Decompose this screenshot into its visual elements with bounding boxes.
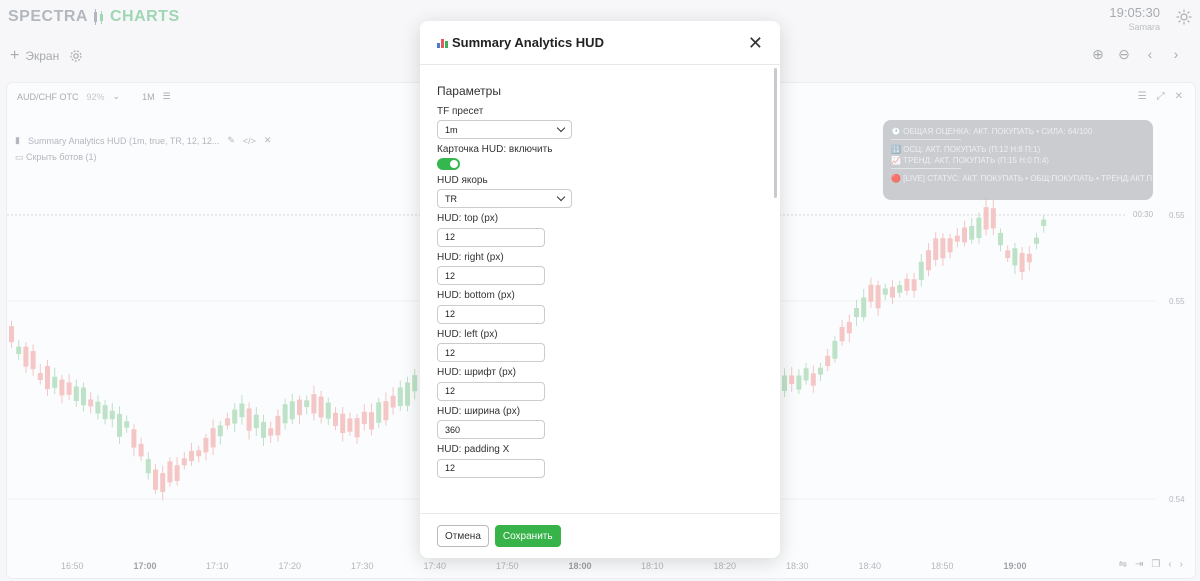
hud-enable-label: Карточка HUD: включить [437,144,553,155]
hud-padding-x-label: HUD: padding X [437,444,510,455]
hud-anchor-value: TR [445,193,457,204]
modal-header: Summary Analytics HUD ✕ [420,21,780,65]
hud-width-field: HUD: ширина (px) [437,405,763,439]
close-icon[interactable]: ✕ [748,34,763,52]
cancel-button[interactable]: Отмена [437,525,489,547]
save-button[interactable]: Сохранить [494,525,561,547]
hud-anchor-field: HUD якорь TR [437,175,763,208]
hud-padding-x-field: HUD: padding X [437,444,763,478]
tf-preset-label: TF пресет [437,106,484,117]
bar-chart-icon [437,37,448,48]
hud-anchor-select[interactable]: TR [437,189,572,208]
chevron-down-icon [556,192,566,202]
hud-font-label: HUD: шрифт (px) [437,367,516,378]
tf-preset-field: TF пресет 1m [437,106,763,139]
hud-top-label: HUD: top (px) [437,213,499,224]
hud-top-field: HUD: top (px) [437,213,763,247]
hud-anchor-label: HUD якорь [437,175,488,186]
hud-width-input[interactable] [437,420,545,439]
modal-scrollbar[interactable] [774,68,777,198]
hud-bottom-label: HUD: bottom (px) [437,290,515,301]
settings-modal: Summary Analytics HUD ✕ Параметры TF пре… [420,21,780,558]
hud-bottom-field: HUD: bottom (px) [437,290,763,324]
hud-width-label: HUD: ширина (px) [437,405,521,417]
hud-left-field: HUD: left (px) [437,328,763,362]
hud-top-input[interactable] [437,227,545,247]
toggle-knob [450,160,458,168]
hud-right-input[interactable] [437,266,545,285]
hud-font-input[interactable] [437,381,545,401]
hud-left-label: HUD: left (px) [437,328,498,340]
hud-right-field: HUD: right (px) [437,251,763,285]
modal-title: Summary Analytics HUD [437,35,748,50]
hud-left-input[interactable] [437,343,545,362]
hud-font-field: HUD: шрифт (px) [437,367,763,401]
section-title: Параметры [437,84,501,98]
hud-bottom-input[interactable] [437,304,545,324]
tf-preset-select[interactable]: 1m [437,120,572,139]
hud-enable-field: Карточка HUD: включить [437,144,763,170]
tf-preset-value: 1m [445,124,458,135]
hud-right-label: HUD: right (px) [437,251,504,263]
modal-footer: Отмена Сохранить [420,513,780,558]
modal-title-text: Summary Analytics HUD [452,35,604,50]
hud-padding-x-input[interactable] [437,458,545,478]
chevron-down-icon [556,123,566,133]
modal-body: Параметры TF пресет 1m Карточка HUD: вкл… [420,66,780,513]
hud-enable-toggle[interactable] [437,158,460,170]
